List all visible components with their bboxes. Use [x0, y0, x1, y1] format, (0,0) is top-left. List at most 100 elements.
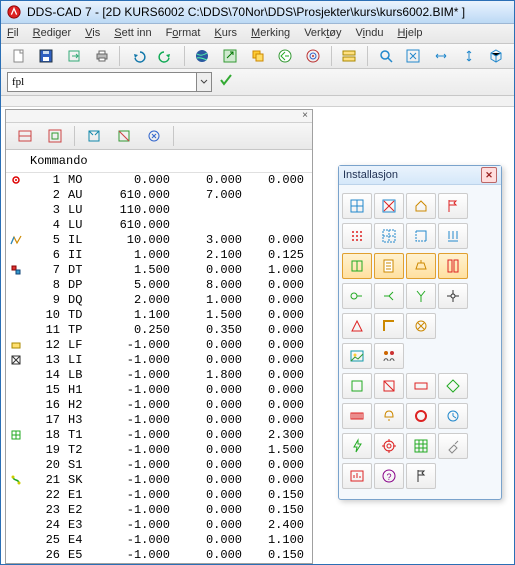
- confirm-icon[interactable]: [218, 72, 234, 91]
- save-icon[interactable]: [35, 44, 59, 68]
- table-row[interactable]: 17H3-1.0000.0000.000: [6, 413, 312, 428]
- menu-vindu[interactable]: Vindu: [356, 27, 384, 39]
- palette-flag-icon[interactable]: [438, 193, 468, 219]
- palette-col-icon[interactable]: [438, 253, 468, 279]
- new-icon[interactable]: [7, 44, 31, 68]
- palette-tool-icon[interactable]: [438, 433, 468, 459]
- palette-close-icon[interactable]: ✕: [481, 167, 497, 183]
- table-row[interactable]: 5IL10.0003.0000.000: [6, 233, 312, 248]
- tab-icon-1[interactable]: [12, 124, 38, 148]
- table-row[interactable]: 24E3-1.0000.0002.400: [6, 518, 312, 533]
- palette-tri-icon[interactable]: [342, 313, 372, 339]
- palette-corner-icon[interactable]: [374, 313, 404, 339]
- palette-plug-icon[interactable]: [342, 283, 372, 309]
- palette-grid-b-icon[interactable]: [342, 193, 372, 219]
- palette-dots-icon[interactable]: [342, 223, 372, 249]
- table-row[interactable]: 25E4-1.0000.0001.100: [6, 533, 312, 548]
- table-row[interactable]: 23E2-1.0000.0000.150: [6, 503, 312, 518]
- print-icon[interactable]: [90, 44, 114, 68]
- table-row[interactable]: 15H1-1.0000.0000.000: [6, 383, 312, 398]
- tab-icon-2[interactable]: [42, 124, 68, 148]
- menu-rediger[interactable]: Rediger: [33, 27, 72, 39]
- palette-clock-icon[interactable]: [438, 403, 468, 429]
- undo-icon[interactable]: [126, 44, 150, 68]
- installation-palette[interactable]: Installasjon ✕ ?: [338, 165, 502, 500]
- menu-format[interactable]: Format: [166, 27, 201, 39]
- palette-x-b-icon[interactable]: [374, 193, 404, 219]
- table-row[interactable]: 22E1-1.0000.0000.150: [6, 488, 312, 503]
- palette-y-icon[interactable]: [406, 283, 436, 309]
- menu-hjelp[interactable]: Hjelp: [397, 27, 422, 39]
- zoom-icon[interactable]: [374, 44, 398, 68]
- table-row[interactable]: 11TP0.2500.3500.000: [6, 323, 312, 338]
- palette-circ-x-icon[interactable]: [406, 313, 436, 339]
- palette-down-icon[interactable]: [438, 223, 468, 249]
- table-row[interactable]: 20S1-1.0000.0000.000: [6, 458, 312, 473]
- palette-targ-icon[interactable]: [374, 433, 404, 459]
- layer-prop-icon[interactable]: [337, 44, 361, 68]
- table-row[interactable]: 13LI-1.0000.0000.000: [6, 353, 312, 368]
- panel-close-icon[interactable]: ×: [302, 110, 308, 121]
- table-row[interactable]: 26E5-1.0000.0000.150: [6, 548, 312, 563]
- globe-icon[interactable]: [191, 44, 215, 68]
- tab-icon-5[interactable]: [141, 124, 167, 148]
- menu-verktoy[interactable]: Verktøy: [304, 27, 341, 39]
- palette-rhomb-icon[interactable]: [438, 373, 468, 399]
- menu-fil[interactable]: Fil: [7, 27, 19, 39]
- palette-flagp-icon[interactable]: [406, 463, 436, 489]
- table-row[interactable]: 1MO0.0000.0000.000: [6, 173, 312, 188]
- arrow-up-icon[interactable]: [218, 44, 242, 68]
- palette-pic-icon[interactable]: [342, 343, 372, 369]
- table-row[interactable]: 21SK-1.0000.0000.000: [6, 473, 312, 488]
- palette-people-icon[interactable]: [374, 343, 404, 369]
- palette-grid-g-icon[interactable]: [406, 433, 436, 459]
- redo-icon[interactable]: [154, 44, 178, 68]
- command-dropdown[interactable]: [197, 72, 212, 92]
- palette-house-icon[interactable]: [406, 193, 436, 219]
- palette-lamp-icon[interactable]: [406, 253, 436, 279]
- extents-icon[interactable]: [402, 44, 426, 68]
- palette-grid-r-icon[interactable]: [406, 223, 436, 249]
- table-row[interactable]: 8DP5.0008.0000.000: [6, 278, 312, 293]
- table-row[interactable]: 2AU610.0007.000: [6, 188, 312, 203]
- table-row[interactable]: 12LF-1.0000.0000.000: [6, 338, 312, 353]
- palette-rad-icon[interactable]: [342, 403, 372, 429]
- palette-fork-icon[interactable]: [374, 283, 404, 309]
- table-row[interactable]: 19T2-1.0000.0001.500: [6, 443, 312, 458]
- palette-sheet-icon[interactable]: [374, 253, 404, 279]
- tab-icon-3[interactable]: [81, 124, 107, 148]
- table-row[interactable]: 7DT1.5000.0001.000: [6, 263, 312, 278]
- play-icon[interactable]: [273, 44, 297, 68]
- target-icon[interactable]: [301, 44, 325, 68]
- export-icon[interactable]: [62, 44, 86, 68]
- palette-sq-r-icon[interactable]: [374, 373, 404, 399]
- layers-icon[interactable]: [246, 44, 270, 68]
- pan-y-icon[interactable]: [457, 44, 481, 68]
- table-row[interactable]: 10TD1.1001.5000.000: [6, 308, 312, 323]
- table-row[interactable]: 6II1.0002.1000.125: [6, 248, 312, 263]
- table-row[interactable]: 9DQ2.0001.0000.000: [6, 293, 312, 308]
- table-row[interactable]: 14LB-1.0001.8000.000: [6, 368, 312, 383]
- menu-vis[interactable]: Vis: [85, 27, 100, 39]
- palette-ring-icon[interactable]: [406, 403, 436, 429]
- table-row[interactable]: 18T1-1.0000.0002.300: [6, 428, 312, 443]
- palette-bolt-icon[interactable]: [342, 433, 372, 459]
- menu-kurs[interactable]: Kurs: [214, 27, 237, 39]
- table-row[interactable]: 4LU610.000: [6, 218, 312, 233]
- pan-x-icon[interactable]: [429, 44, 453, 68]
- palette-bell-icon[interactable]: [374, 403, 404, 429]
- view-3d-icon[interactable]: [484, 44, 508, 68]
- palette-book-icon[interactable]: [342, 253, 372, 279]
- palette-help-icon[interactable]: ?: [374, 463, 404, 489]
- table-row[interactable]: 16H2-1.0000.0000.000: [6, 398, 312, 413]
- table-row[interactable]: 3LU110.000: [6, 203, 312, 218]
- palette-sq-g-icon[interactable]: [342, 373, 372, 399]
- palette-node-icon[interactable]: [438, 283, 468, 309]
- palette-hist-icon[interactable]: [342, 463, 372, 489]
- tab-icon-4[interactable]: [111, 124, 137, 148]
- palette-rect-r-icon[interactable]: [406, 373, 436, 399]
- menu-merking[interactable]: Merking: [251, 27, 290, 39]
- menu-settinn[interactable]: Sett inn: [114, 27, 151, 39]
- palette-grid-d-icon[interactable]: [374, 223, 404, 249]
- command-input[interactable]: [7, 72, 197, 92]
